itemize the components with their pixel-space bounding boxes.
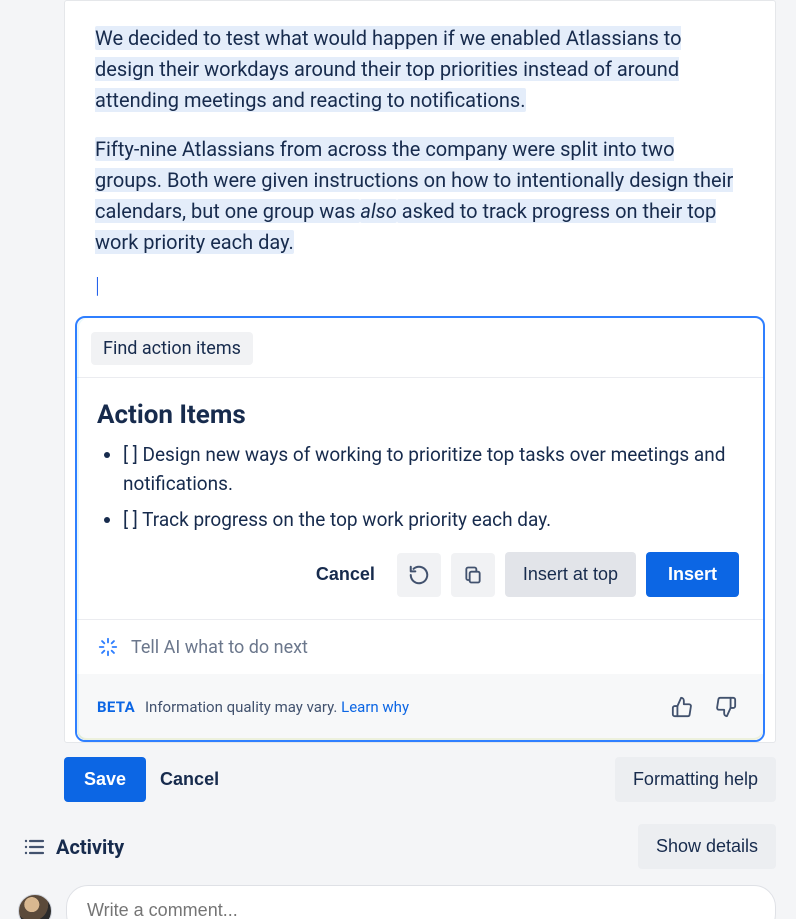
disclaimer-label: Information quality may vary. bbox=[145, 698, 337, 716]
activity-section-header: Activity Show details bbox=[22, 824, 776, 869]
content-paragraph-2[interactable]: Fifty-nine Atlassians from across the co… bbox=[65, 134, 775, 258]
text-cursor: | bbox=[65, 276, 775, 306]
learn-why-link[interactable]: Learn why bbox=[341, 698, 409, 716]
copy-button[interactable] bbox=[451, 553, 495, 597]
cancel-button[interactable]: Cancel bbox=[304, 554, 387, 595]
ai-spark-icon bbox=[97, 636, 119, 658]
ai-action-row: Cancel Insert at top Insert bbox=[97, 552, 743, 605]
insert-button[interactable]: Insert bbox=[646, 552, 739, 597]
ai-panel-footer: BETA Information quality may vary. Learn… bbox=[77, 674, 763, 740]
ai-action-items-list: [ ] Design new ways of working to priori… bbox=[97, 440, 743, 534]
save-button[interactable]: Save bbox=[64, 757, 146, 802]
activity-label: Activity bbox=[56, 835, 124, 859]
highlighted-text: We decided to test what would happen if … bbox=[95, 26, 681, 112]
page-root: We decided to test what would happen if … bbox=[0, 0, 796, 919]
ai-assist-panel: Find action items Action Items [ ] Desig… bbox=[75, 316, 765, 742]
ai-response-body: Action Items [ ] Design new ways of work… bbox=[77, 378, 763, 619]
comment-input[interactable] bbox=[66, 885, 776, 919]
avatar[interactable] bbox=[18, 894, 52, 919]
ai-response-heading: Action Items bbox=[97, 400, 743, 430]
thumbs-down-icon bbox=[715, 696, 737, 718]
list-item: [ ] Track progress on the top work prior… bbox=[123, 505, 743, 534]
thumbs-up-icon bbox=[671, 696, 693, 718]
thumbs-down-button[interactable] bbox=[709, 690, 743, 724]
ai-disclaimer-text: Information quality may vary. Learn why bbox=[145, 698, 409, 716]
retry-button[interactable] bbox=[397, 553, 441, 597]
formatting-help-button[interactable]: Formatting help bbox=[615, 757, 776, 802]
list-item: [ ] Design new ways of working to priori… bbox=[123, 440, 743, 499]
highlighted-emphasis: also bbox=[360, 199, 396, 223]
show-details-button[interactable]: Show details bbox=[638, 824, 776, 869]
ai-prompt-chip[interactable]: Find action items bbox=[91, 332, 253, 365]
content-paragraph-1[interactable]: We decided to test what would happen if … bbox=[65, 23, 775, 116]
editor-panel: We decided to test what would happen if … bbox=[64, 0, 776, 743]
comment-row bbox=[18, 885, 776, 919]
thumbs-up-button[interactable] bbox=[665, 690, 699, 724]
undo-icon bbox=[408, 564, 430, 586]
beta-badge: BETA bbox=[97, 698, 135, 716]
editor-toolbar: Save Cancel Formatting help bbox=[64, 757, 776, 802]
ai-followup-placeholder: Tell AI what to do next bbox=[131, 637, 308, 658]
activity-icon bbox=[22, 835, 46, 859]
insert-at-top-button[interactable]: Insert at top bbox=[505, 552, 636, 597]
ai-followup-row[interactable]: Tell AI what to do next bbox=[77, 619, 763, 674]
ai-panel-header: Find action items bbox=[77, 318, 763, 378]
cancel-button[interactable]: Cancel bbox=[160, 769, 219, 790]
copy-icon bbox=[463, 565, 483, 585]
